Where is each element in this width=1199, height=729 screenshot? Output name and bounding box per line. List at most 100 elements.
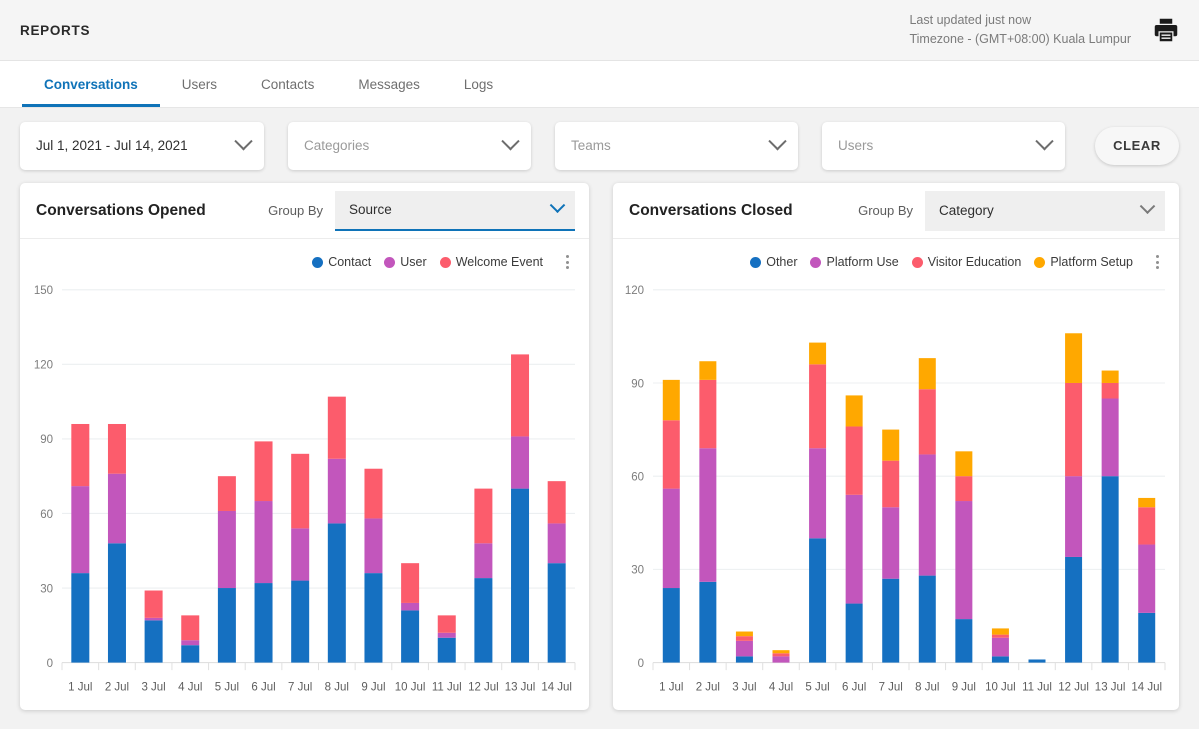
bar-segment xyxy=(145,618,163,620)
svg-text:6 Jul: 6 Jul xyxy=(251,679,275,694)
legend-item[interactable]: Other xyxy=(750,255,797,269)
bar-segment xyxy=(548,523,566,563)
svg-text:8 Jul: 8 Jul xyxy=(915,679,939,694)
bar-segment xyxy=(1065,333,1082,383)
bar-segment xyxy=(955,501,972,619)
legend-label: Platform Setup xyxy=(1050,255,1133,269)
bar-segment xyxy=(291,528,309,580)
group-by-label: Group By xyxy=(858,203,913,218)
bar-segment xyxy=(663,420,680,488)
svg-text:120: 120 xyxy=(34,357,54,372)
bar-segment xyxy=(401,610,419,662)
group-by-value: Category xyxy=(939,203,994,218)
categories-select[interactable]: Categories xyxy=(288,122,531,170)
bar-segment xyxy=(809,448,826,538)
teams-placeholder: Teams xyxy=(571,138,611,153)
users-select[interactable]: Users xyxy=(822,122,1065,170)
group-by-value: Source xyxy=(349,202,392,217)
bar-segment xyxy=(919,576,936,663)
legend-label: User xyxy=(400,255,426,269)
legend-item[interactable]: Contact xyxy=(312,255,371,269)
svg-text:7 Jul: 7 Jul xyxy=(879,679,903,694)
tab-label: Logs xyxy=(464,77,493,92)
last-updated-text: Last updated just now xyxy=(909,11,1131,30)
bar-segment xyxy=(364,518,382,573)
group-by-select-closed[interactable]: Category xyxy=(925,191,1165,231)
bar-segment xyxy=(108,424,126,474)
card-header: Conversations Closed Group By Category xyxy=(613,183,1179,239)
card-header: Conversations Opened Group By Source xyxy=(20,183,589,239)
chart-legend: Contact User Welcome Event xyxy=(20,239,589,273)
bar-segment xyxy=(773,650,790,653)
svg-text:5 Jul: 5 Jul xyxy=(215,679,239,694)
printer-icon[interactable] xyxy=(1151,15,1181,45)
chart-menu-icon[interactable] xyxy=(1149,255,1165,269)
bar-segment xyxy=(511,436,529,488)
bar-segment xyxy=(255,501,273,583)
legend-item[interactable]: Visitor Education xyxy=(912,255,1022,269)
chevron-down-icon xyxy=(1140,198,1156,214)
bar-segment xyxy=(1138,507,1155,544)
group-by-select-opened[interactable]: Source xyxy=(335,191,575,231)
app-header: REPORTS Last updated just now Timezone -… xyxy=(0,0,1199,61)
bar-segment xyxy=(846,495,863,604)
bar-segment xyxy=(108,474,126,544)
tab-conversations[interactable]: Conversations xyxy=(22,61,160,107)
tab-contacts[interactable]: Contacts xyxy=(239,61,336,107)
tab-users[interactable]: Users xyxy=(160,61,239,107)
chevron-down-icon xyxy=(501,132,519,150)
bar-segment xyxy=(438,633,456,638)
report-tabs: Conversations Users Contacts Messages Lo… xyxy=(0,61,1199,108)
teams-select[interactable]: Teams xyxy=(555,122,798,170)
categories-placeholder: Categories xyxy=(304,138,369,153)
bar-segment xyxy=(291,454,309,529)
svg-text:8 Jul: 8 Jul xyxy=(325,679,349,694)
header-meta: Last updated just now Timezone - (GMT+08… xyxy=(909,11,1131,50)
bar-segment xyxy=(773,656,790,662)
svg-text:14 Jul: 14 Jul xyxy=(1131,679,1162,694)
bar-segment xyxy=(809,343,826,365)
bar-segment xyxy=(736,636,753,641)
legend-item[interactable]: Platform Use xyxy=(810,255,898,269)
legend-item[interactable]: User xyxy=(384,255,426,269)
svg-text:3 Jul: 3 Jul xyxy=(141,679,165,694)
svg-text:4 Jul: 4 Jul xyxy=(178,679,202,694)
svg-text:13 Jul: 13 Jul xyxy=(505,679,536,694)
bar-segment xyxy=(438,615,456,632)
bar-segment xyxy=(736,656,753,662)
bar-segment xyxy=(882,461,899,508)
svg-text:13 Jul: 13 Jul xyxy=(1095,679,1126,694)
bar-segment xyxy=(955,619,972,662)
bar-segment xyxy=(699,448,716,582)
date-range-value: Jul 1, 2021 - Jul 14, 2021 xyxy=(36,138,188,153)
bar-segment xyxy=(401,603,419,610)
bar-segment xyxy=(1065,476,1082,557)
bar-segment xyxy=(736,632,753,637)
tab-logs[interactable]: Logs xyxy=(442,61,515,107)
bar-segment xyxy=(255,441,273,501)
svg-text:6 Jul: 6 Jul xyxy=(842,679,866,694)
bar-segment xyxy=(1138,498,1155,507)
bar-segment xyxy=(882,507,899,578)
legend-item[interactable]: Platform Setup xyxy=(1034,255,1133,269)
bar-segment xyxy=(401,563,419,603)
bar-segment xyxy=(846,426,863,494)
tab-messages[interactable]: Messages xyxy=(336,61,442,107)
svg-text:10 Jul: 10 Jul xyxy=(395,679,426,694)
legend-item[interactable]: Welcome Event xyxy=(440,255,543,269)
chart-plot-area: 03060901201 Jul2 Jul3 Jul4 Jul5 Jul6 Jul… xyxy=(613,273,1179,710)
svg-text:12 Jul: 12 Jul xyxy=(1058,679,1089,694)
date-range-select[interactable]: Jul 1, 2021 - Jul 14, 2021 xyxy=(20,122,264,170)
legend-color-dot xyxy=(912,257,923,268)
bar-segment xyxy=(548,481,566,523)
legend-color-dot xyxy=(384,257,395,268)
chart-menu-icon[interactable] xyxy=(559,255,575,269)
bar-segment xyxy=(364,469,382,519)
svg-text:9 Jul: 9 Jul xyxy=(952,679,976,694)
svg-text:12 Jul: 12 Jul xyxy=(468,679,499,694)
bar-segment xyxy=(882,430,899,461)
bar-segment xyxy=(663,380,680,420)
bar-segment xyxy=(1138,545,1155,613)
clear-button[interactable]: CLEAR xyxy=(1095,127,1179,165)
svg-text:2 Jul: 2 Jul xyxy=(105,679,129,694)
